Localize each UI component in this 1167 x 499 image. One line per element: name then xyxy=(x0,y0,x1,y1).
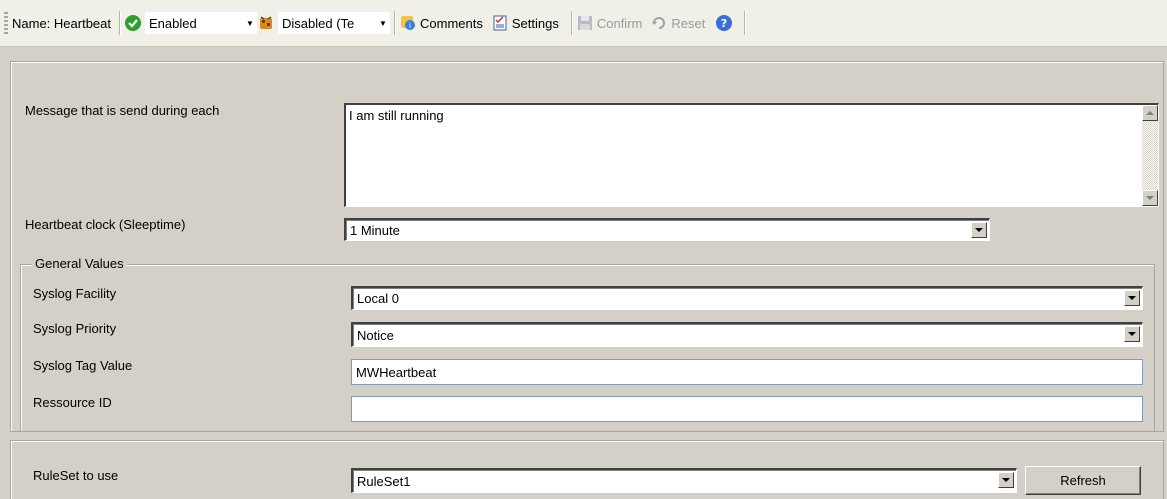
clock-select[interactable]: 1 Minute xyxy=(344,218,990,241)
facility-label: Syslog Facility xyxy=(33,286,117,301)
svg-text:?: ? xyxy=(721,17,727,30)
name-label: Name: Heartbeat xyxy=(12,15,111,31)
status-value: Enabled xyxy=(149,15,197,31)
tag-label: Syslog Tag Value xyxy=(33,358,133,373)
svg-text:i: i xyxy=(409,21,411,30)
debug-bug-icon xyxy=(257,14,275,32)
toolbar: Name: Heartbeat Enabled ▼ Disabled (Te ▼… xyxy=(0,0,1167,47)
resource-label: Ressource ID xyxy=(33,395,112,410)
dropdown-arrow-icon xyxy=(1128,296,1136,300)
ruleset-select[interactable]: RuleSet1 xyxy=(351,468,1017,493)
dropdown-arrow-icon xyxy=(1002,478,1010,482)
settings-button[interactable]: Settings xyxy=(491,14,559,32)
confirm-label: Confirm xyxy=(596,15,643,31)
reset-label: Reset xyxy=(671,15,706,31)
clock-label: Heartbeat clock (Sleeptime) xyxy=(25,217,186,232)
vertical-scrollbar[interactable] xyxy=(1142,105,1158,206)
settings-checklist-icon xyxy=(491,14,509,32)
reset-button[interactable]: Reset xyxy=(650,14,705,32)
help-icon[interactable]: ? xyxy=(715,14,733,32)
ruleset-value: RuleSet1 xyxy=(357,473,411,489)
chevron-down-icon[interactable] xyxy=(998,472,1014,488)
comments-icon: i xyxy=(399,14,417,32)
tag-value: MWHeartbeat xyxy=(356,364,437,380)
priority-value: Notice xyxy=(357,327,394,343)
enabled-check-icon xyxy=(124,14,142,32)
toolbar-separator xyxy=(394,11,395,35)
chevron-down-icon[interactable]: ▼ xyxy=(243,13,257,33)
message-label: Message that is send during each xyxy=(25,103,220,118)
dropdown-arrow-icon xyxy=(975,228,983,232)
mode-select[interactable]: Disabled (Te ▼ xyxy=(278,12,390,34)
facility-value: Local 0 xyxy=(357,291,399,306)
chevron-down-icon[interactable] xyxy=(1124,290,1140,306)
tag-input[interactable]: MWHeartbeat xyxy=(351,359,1143,385)
message-text: I am still running xyxy=(349,108,444,123)
save-disk-icon xyxy=(576,14,594,32)
comments-button[interactable]: i Comments xyxy=(399,14,483,32)
scroll-down-button[interactable] xyxy=(1142,190,1158,206)
ruleset-label: RuleSet to use xyxy=(33,468,119,483)
chevron-down-icon[interactable] xyxy=(1124,326,1140,342)
chevron-down-icon[interactable] xyxy=(971,222,987,238)
facility-select[interactable]: Local 0 xyxy=(351,286,1143,310)
dropdown-arrow-icon xyxy=(1128,332,1136,336)
reset-refresh-icon xyxy=(650,14,668,32)
toolbar-separator xyxy=(570,11,572,35)
chevron-down-icon[interactable]: ▼ xyxy=(376,13,390,33)
priority-label: Syslog Priority xyxy=(33,321,117,336)
general-values-title: General Values xyxy=(32,256,127,271)
comments-label: Comments xyxy=(420,15,483,31)
settings-label: Settings xyxy=(511,15,559,31)
refresh-button[interactable]: Refresh xyxy=(1025,466,1141,495)
arrow-up-icon xyxy=(1146,111,1154,115)
resource-input[interactable] xyxy=(351,396,1143,422)
priority-select[interactable]: Notice xyxy=(351,322,1143,347)
toolbar-grip[interactable] xyxy=(4,12,8,34)
clock-value: 1 Minute xyxy=(350,222,400,238)
mode-value: Disabled (Te xyxy=(282,15,355,31)
toolbar-separator xyxy=(119,11,120,35)
arrow-down-icon xyxy=(1146,196,1154,200)
toolbar-separator xyxy=(744,11,746,35)
scroll-up-button[interactable] xyxy=(1142,105,1158,121)
message-textarea[interactable]: I am still running xyxy=(344,103,1159,207)
status-select[interactable]: Enabled ▼ xyxy=(145,12,257,34)
confirm-button[interactable]: Confirm xyxy=(576,14,643,32)
